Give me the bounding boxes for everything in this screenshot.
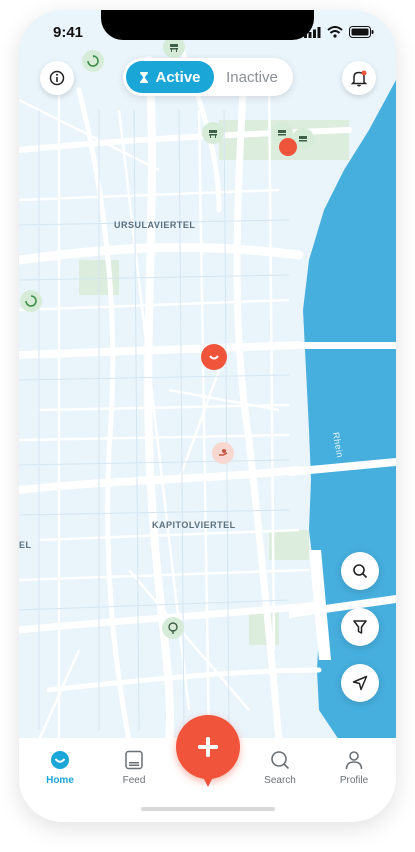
status-icons — [304, 26, 374, 38]
user-location-pin-icon[interactable] — [201, 344, 227, 370]
device-notch — [101, 10, 314, 40]
tab-profile-label: Profile — [339, 775, 369, 786]
toggle-active-option[interactable]: Active — [126, 61, 214, 93]
filter-icon — [353, 620, 367, 634]
locate-me-button[interactable] — [341, 664, 379, 702]
recycle-pin-icon[interactable] — [82, 50, 104, 72]
wifi-icon — [327, 26, 343, 38]
donation-pin-icon[interactable] — [212, 442, 234, 464]
tab-profile[interactable]: Profile — [324, 750, 384, 786]
status-toggle[interactable]: Active Inactive — [123, 58, 293, 96]
district-label-partial: EL — [19, 540, 32, 550]
district-label-ursulaviertel: URSULAVIERTEL — [114, 220, 196, 230]
district-label-kapitolviertel: KAPITOLVIERTEL — [152, 520, 236, 530]
active-spot-pin-icon[interactable] — [279, 138, 297, 156]
info-icon — [49, 70, 65, 86]
phone-screen: URSULAVIERTEL KAPITOLVIERTEL EL Rhein 9:… — [19, 10, 396, 822]
hourglass-icon — [140, 71, 149, 83]
profile-icon — [345, 751, 363, 770]
notifications-button[interactable] — [342, 61, 376, 95]
info-button[interactable] — [40, 61, 74, 95]
cellular-signal-icon — [304, 26, 321, 38]
battery-icon — [349, 26, 374, 38]
tab-search-label: Search — [264, 775, 296, 786]
city-map[interactable] — [19, 10, 396, 740]
bench-pin-icon[interactable] — [202, 122, 224, 144]
tree-pin-icon[interactable] — [162, 617, 184, 639]
home-icon — [51, 751, 69, 769]
tab-home-label: Home — [46, 775, 74, 786]
tab-home[interactable]: Home — [30, 750, 90, 786]
add-post-button[interactable] — [176, 715, 240, 787]
home-indicator — [141, 807, 275, 811]
bell-notification-icon — [350, 70, 368, 87]
tab-feed[interactable]: Feed — [104, 750, 164, 786]
status-time: 9:41 — [53, 24, 84, 41]
filter-button[interactable] — [341, 608, 379, 646]
toggle-active-label: Active — [155, 68, 201, 86]
toggle-inactive-option[interactable]: Inactive — [214, 69, 290, 86]
map-search-button[interactable] — [341, 552, 379, 590]
recycle-pin-icon[interactable] — [20, 290, 42, 312]
tab-feed-label: Feed — [122, 775, 146, 786]
search-icon — [353, 564, 368, 579]
search-icon — [271, 751, 290, 770]
tab-search[interactable]: Search — [250, 750, 310, 786]
navigation-arrow-icon — [352, 675, 368, 691]
feed-icon — [125, 750, 143, 770]
plus-icon — [198, 737, 218, 757]
